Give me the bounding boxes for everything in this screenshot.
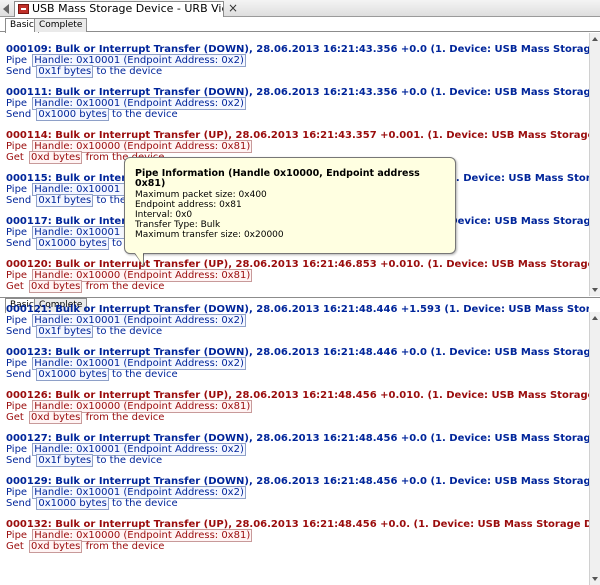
transfer-suffix: from the device bbox=[85, 541, 165, 552]
tooltip-line: Transfer Type: Bulk bbox=[135, 220, 221, 230]
urb-entry[interactable]: 000132: Bulk or Interrupt Transfer (UP),… bbox=[6, 519, 589, 553]
transfer-bytes-link[interactable]: 0x1000 bytes bbox=[36, 108, 109, 121]
transfer-bytes-link[interactable]: 0xd bytes bbox=[29, 151, 83, 164]
top-pane-tabs: Basic Complete bbox=[0, 18, 600, 33]
transfer-verb: Send bbox=[6, 238, 32, 249]
transfer-bytes-link[interactable]: 0x1f bytes bbox=[36, 325, 94, 338]
bottom-scrollbar[interactable] bbox=[589, 312, 600, 585]
pipe-line: Pipe Handle: 0x10000 (Endpoint Address: … bbox=[6, 140, 589, 153]
transfer-suffix: to the device bbox=[96, 66, 163, 77]
pipe-info-tooltip: Pipe Information (Handle 0x10000, Endpoi… bbox=[124, 157, 456, 254]
tooltip-line: Endpoint address: 0x81 bbox=[135, 200, 242, 210]
transfer-line: Send 0x1f bytes to the device bbox=[6, 65, 589, 78]
transfer-verb: Get bbox=[6, 281, 24, 292]
transfer-verb: Get bbox=[6, 541, 24, 552]
transfer-line: Send 0x1000 bytes to the device bbox=[6, 497, 589, 510]
pipe-prefix: Pipe bbox=[6, 444, 28, 455]
transfer-verb: Send bbox=[6, 326, 32, 337]
pipe-line: Pipe Handle: 0x10001 (Endpoint Address: … bbox=[6, 54, 589, 67]
transfer-line: Send 0x1f bytes to the device bbox=[6, 454, 589, 467]
urb-entry[interactable]: 000123: Bulk or Interrupt Transfer (DOWN… bbox=[6, 347, 589, 381]
pipe-line: Pipe Handle: 0x10001 (Endpoint Address: … bbox=[6, 443, 589, 456]
pipe-prefix: Pipe bbox=[6, 98, 28, 109]
pipe-prefix: Pipe bbox=[6, 358, 28, 369]
pipe-prefix: Pipe bbox=[6, 55, 28, 66]
urb-entry[interactable]: 000121: Bulk or Interrupt Transfer (DOWN… bbox=[6, 304, 589, 338]
pipe-prefix: Pipe bbox=[6, 315, 28, 326]
transfer-bytes-link[interactable]: 0x1f bytes bbox=[36, 65, 94, 78]
pipe-line: Pipe Handle: 0x10000 (Endpoint Address: … bbox=[6, 529, 589, 542]
transfer-bytes-link[interactable]: 0x1f bytes bbox=[36, 454, 94, 467]
pipe-line: Pipe Handle: 0x10000 (Endpoint Address: … bbox=[6, 269, 589, 282]
pipe-prefix: Pipe bbox=[6, 401, 28, 412]
scroll-down-icon[interactable] bbox=[592, 577, 598, 581]
transfer-bytes-link[interactable]: 0x1f bytes bbox=[36, 194, 94, 207]
transfer-line: Send 0x1f bytes to the device bbox=[6, 325, 589, 338]
tooltip-line: Maximum packet size: 0x400 bbox=[135, 190, 267, 200]
pipe-line: Pipe Handle: 0x10000 (Endpoint Address: … bbox=[6, 400, 589, 413]
document-tab-label: USB Mass Storage Device - URB View bbox=[32, 2, 224, 15]
transfer-bytes-link[interactable]: 0xd bytes bbox=[29, 540, 83, 553]
tooltip-line: Maximum transfer size: 0x20000 bbox=[135, 230, 284, 240]
transfer-verb: Send bbox=[6, 109, 32, 120]
pipe-prefix: Pipe bbox=[6, 270, 28, 281]
urb-entry[interactable]: 000129: Bulk or Interrupt Transfer (DOWN… bbox=[6, 476, 589, 510]
urb-entry[interactable]: 000111: Bulk or Interrupt Transfer (DOWN… bbox=[6, 87, 589, 121]
transfer-line: Get 0xd bytes from the device bbox=[6, 411, 589, 424]
window-tab-bar: USB Mass Storage Device - URB View × bbox=[0, 0, 600, 17]
scroll-up-icon[interactable] bbox=[592, 37, 598, 41]
transfer-verb: Send bbox=[6, 498, 32, 509]
pipe-prefix: Pipe bbox=[6, 184, 28, 195]
transfer-line: Get 0xd bytes from the device bbox=[6, 280, 589, 293]
pipe-prefix: Pipe bbox=[6, 227, 28, 238]
urb-view-icon bbox=[18, 4, 29, 14]
transfer-verb: Send bbox=[6, 369, 32, 380]
tooltip-title: Pipe Information (Handle 0x10000, Endpoi… bbox=[135, 168, 420, 189]
top-scrollbar[interactable] bbox=[589, 33, 600, 296]
urb-entry[interactable]: 000109: Bulk or Interrupt Transfer (DOWN… bbox=[6, 44, 589, 78]
document-tab[interactable]: USB Mass Storage Device - URB View bbox=[14, 1, 224, 17]
transfer-verb: Get bbox=[6, 412, 24, 423]
transfer-verb: Send bbox=[6, 455, 32, 466]
transfer-bytes-link[interactable]: 0xd bytes bbox=[29, 411, 83, 424]
bottom-urb-list[interactable]: 000121: Bulk or Interrupt Transfer (DOWN… bbox=[0, 300, 589, 585]
transfer-bytes-link[interactable]: 0x1000 bytes bbox=[36, 237, 109, 250]
transfer-suffix: to the device bbox=[96, 455, 163, 466]
scroll-up-icon[interactable] bbox=[592, 316, 598, 320]
pipe-line: Pipe Handle: 0x10001 (Endpoint Address: … bbox=[6, 314, 589, 327]
transfer-suffix: from the device bbox=[85, 412, 165, 423]
pipe-prefix: Pipe bbox=[6, 487, 28, 498]
transfer-verb: Get bbox=[6, 152, 24, 163]
transfer-bytes-link[interactable]: 0xd bytes bbox=[29, 280, 83, 293]
urb-entry[interactable]: 000127: Bulk or Interrupt Transfer (DOWN… bbox=[6, 433, 589, 467]
scroll-down-icon[interactable] bbox=[592, 288, 598, 292]
transfer-verb: Send bbox=[6, 66, 32, 77]
transfer-verb: Send bbox=[6, 195, 32, 206]
transfer-suffix: from the device bbox=[85, 281, 165, 292]
close-tab-icon[interactable]: × bbox=[228, 1, 238, 15]
pipe-prefix: Pipe bbox=[6, 530, 28, 541]
tab-complete-top[interactable]: Complete bbox=[34, 18, 88, 32]
transfer-suffix: to the device bbox=[96, 326, 163, 337]
urb-entry[interactable]: 000120: Bulk or Interrupt Transfer (UP),… bbox=[6, 259, 589, 293]
transfer-bytes-link[interactable]: 0x1000 bytes bbox=[36, 497, 109, 510]
transfer-line: Send 0x1000 bytes to the device bbox=[6, 108, 589, 121]
transfer-line: Get 0xd bytes from the device bbox=[6, 540, 589, 553]
tooltip-line: Interval: 0x0 bbox=[135, 210, 193, 220]
transfer-line: Send 0x1000 bytes to the device bbox=[6, 368, 589, 381]
scroll-left-arrow-icon[interactable] bbox=[3, 4, 9, 14]
pipe-prefix: Pipe bbox=[6, 141, 28, 152]
transfer-suffix: to the device bbox=[112, 109, 178, 120]
urb-entry[interactable]: 000126: Bulk or Interrupt Transfer (UP),… bbox=[6, 390, 589, 424]
transfer-suffix: to the device bbox=[112, 369, 178, 380]
tooltip-pointer-fill bbox=[135, 253, 143, 265]
transfer-bytes-link[interactable]: 0x1000 bytes bbox=[36, 368, 109, 381]
transfer-suffix: to the device bbox=[112, 498, 178, 509]
